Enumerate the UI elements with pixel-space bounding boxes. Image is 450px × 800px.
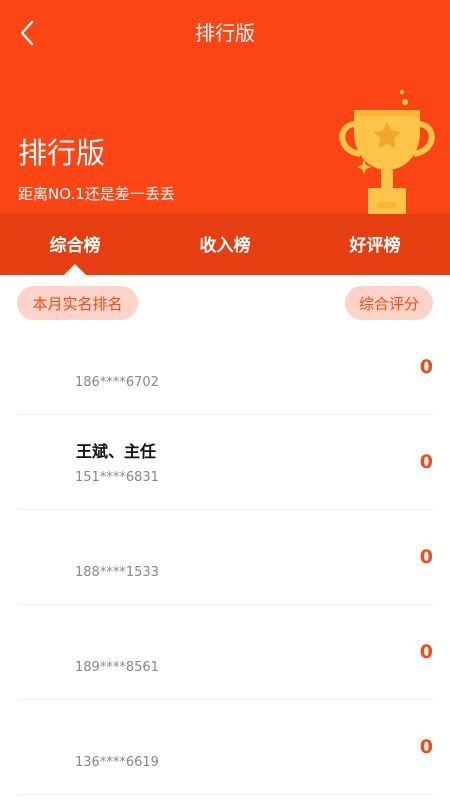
ranking-row[interactable]: 186****6702 0 bbox=[18, 320, 433, 415]
overall-score-badge[interactable]: 综合评分 bbox=[345, 286, 433, 320]
hero-title: 排行版 bbox=[18, 136, 106, 170]
member-score: 0 bbox=[419, 546, 433, 568]
tab-overall[interactable]: 综合榜 bbox=[0, 214, 150, 275]
member-score: 0 bbox=[419, 356, 433, 378]
ranking-row[interactable]: 188****1533 0 bbox=[18, 510, 433, 605]
member-phone: 188****1533 bbox=[75, 565, 159, 580]
ranking-row[interactable]: 189****8561 0 bbox=[18, 605, 433, 700]
member-phone: 136****6619 bbox=[75, 755, 159, 770]
tab-label: 好评榜 bbox=[349, 236, 401, 256]
member-phone: 186****6702 bbox=[75, 375, 159, 390]
trophy-icon bbox=[339, 89, 435, 216]
tab-income[interactable]: 收入榜 bbox=[150, 214, 300, 275]
monthly-ranking-badge: 本月实名排名 bbox=[17, 286, 138, 320]
member-phone: 151****6831 bbox=[75, 470, 159, 485]
tab-label: 收入榜 bbox=[199, 236, 251, 256]
ranking-row[interactable]: 136****6619 0 bbox=[18, 700, 433, 795]
ranking-list: 186****6702 0 王斌、主任 151****6831 0 188***… bbox=[18, 320, 433, 795]
tab-reviews[interactable]: 好评榜 bbox=[300, 214, 450, 275]
tab-active-indicator bbox=[64, 264, 86, 275]
ranking-row[interactable]: 王斌、主任 151****6831 0 bbox=[18, 415, 433, 510]
member-score: 0 bbox=[419, 451, 433, 473]
member-phone: 189****8561 bbox=[75, 660, 159, 675]
member-name: 王斌、主任 bbox=[76, 442, 157, 461]
hero-subtitle: 距离NO.1还是差一丢丢 bbox=[18, 185, 175, 203]
tab-label: 综合榜 bbox=[49, 236, 101, 256]
member-score: 0 bbox=[419, 736, 433, 758]
tab-bar: 综合榜 收入榜 好评榜 bbox=[0, 214, 450, 275]
header-banner: 排行版 排行版 距离NO.1还是差一丢丢 综合榜 收入榜 好评榜 bbox=[0, 0, 450, 275]
nav-bar: 排行版 bbox=[0, 0, 450, 66]
member-score: 0 bbox=[419, 641, 433, 663]
nav-title: 排行版 bbox=[195, 21, 255, 45]
